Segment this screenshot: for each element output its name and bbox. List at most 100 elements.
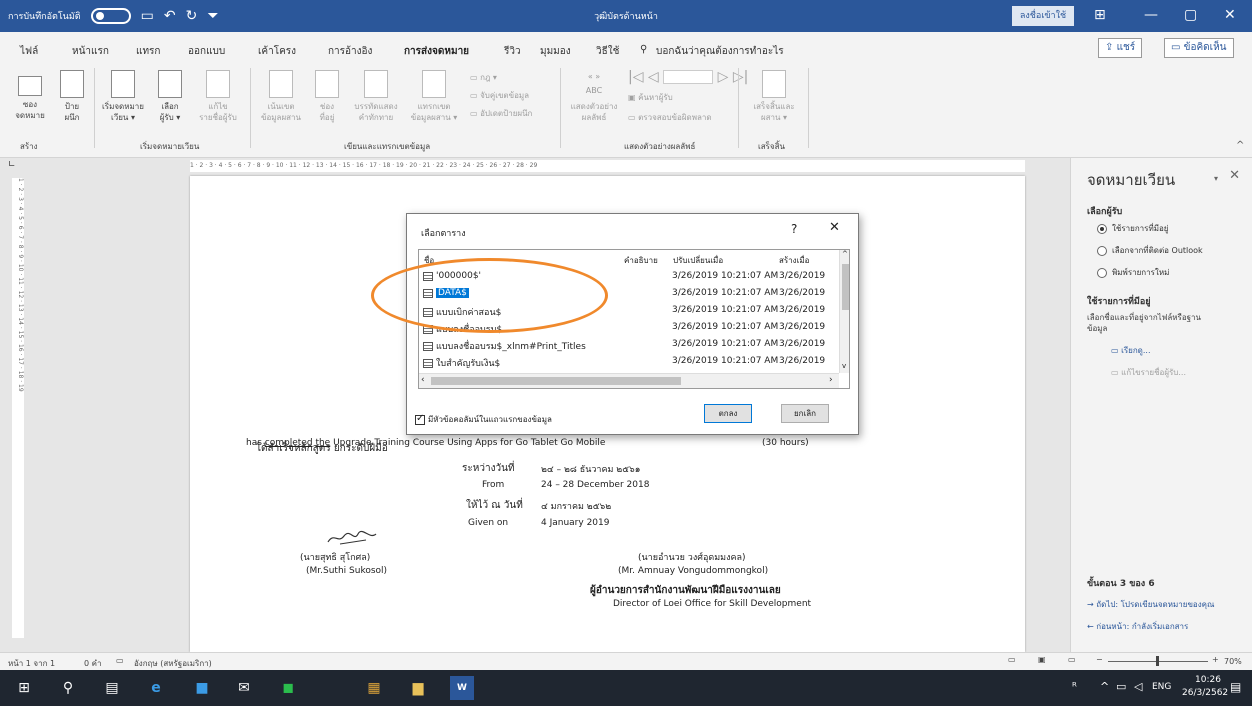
save-icon[interactable]: ▭: [141, 9, 154, 23]
envelopes-button[interactable]: ซอง จดหมาย: [12, 70, 48, 121]
tab-mailings[interactable]: การส่งจดหมาย: [404, 44, 470, 64]
next-step-link[interactable]: → ถัดไป: โปรดเขียนจดหมายของคุณ: [1087, 598, 1214, 611]
scroll-right-icon[interactable]: ›: [829, 375, 833, 385]
colorful-app-icon[interactable]: ▦: [362, 676, 386, 700]
ribbon-display-icon[interactable]: ⊞: [1094, 6, 1106, 24]
column-header-description[interactable]: คำอธิบาย: [624, 254, 658, 267]
tab-selector-icon[interactable]: ∟: [8, 160, 16, 170]
vertical-scrollbar[interactable]: ^ v: [839, 250, 849, 373]
clock-time[interactable]: 10:26: [1190, 675, 1226, 685]
comments-button[interactable]: ▭ ข้อคิดเห็น: [1164, 38, 1234, 58]
horizontal-ruler[interactable]: 1 · 2 · 3 · 4 · 5 · 6 · 7 · 8 · 9 · 10 ·…: [190, 160, 1025, 172]
store-icon[interactable]: ■: [190, 676, 214, 700]
tray-chevron-icon[interactable]: ^: [1100, 680, 1109, 693]
edit-recipients-button[interactable]: แก้ไข รายชื่อผู้รับ: [192, 70, 244, 123]
windows-start-icon[interactable]: ⊞: [12, 676, 36, 700]
edit-recipient-list-link[interactable]: ▭ แก้ไขรายชื่อผู้รับ...: [1111, 366, 1186, 379]
maximize-icon[interactable]: ▢: [1184, 6, 1197, 24]
volume-icon[interactable]: ◁: [1134, 680, 1142, 693]
pane-close-icon[interactable]: ✕: [1229, 168, 1240, 183]
finish-merge-button[interactable]: เสร็จสิ้นและ ผสาน ▾: [746, 70, 802, 123]
table-row[interactable]: ใบสำคัญรับเงิน$ 3/26/2019 10:21:07 AM 3/26…: [419, 355, 839, 369]
task-view-icon[interactable]: ▤: [100, 676, 124, 700]
close-icon[interactable]: ✕: [1224, 6, 1236, 24]
zoom-level[interactable]: 70%: [1224, 657, 1242, 666]
tell-me-input[interactable]: บอกฉันว่าคุณต้องการทำอะไร: [656, 44, 784, 59]
file-explorer-icon[interactable]: ▆: [406, 676, 430, 700]
help-icon[interactable]: ?: [791, 222, 797, 236]
update-labels-button[interactable]: ▭ อัปเดตป้ายผนึก: [470, 108, 532, 119]
network-icon[interactable]: ▭: [1116, 680, 1126, 693]
first-row-headers-checkbox[interactable]: มีหัวข้อคอลัมน์ในแถวแรกของข้อมูล: [415, 413, 552, 426]
check-errors-button[interactable]: ▭ ตรวจสอบข้อผิดพลาด: [628, 112, 712, 123]
web-layout-icon[interactable]: ▭: [1068, 655, 1076, 664]
clock-date[interactable]: 26/3/2562: [1182, 688, 1228, 698]
scroll-thumb[interactable]: [842, 264, 849, 310]
redo-icon[interactable]: ↻: [186, 9, 198, 23]
dialog-close-icon[interactable]: ✕: [829, 220, 840, 235]
column-header-created[interactable]: สร้างเมื่อ: [779, 254, 809, 267]
autosave-toggle[interactable]: [90, 8, 131, 24]
tab-design[interactable]: ออกแบบ: [188, 44, 225, 59]
ok-button[interactable]: ตกลง: [704, 404, 752, 423]
radio-existing-list[interactable]: ใช้รายการที่มีอยู่: [1097, 222, 1168, 235]
mail-icon[interactable]: ✉: [232, 676, 256, 700]
language-indicator[interactable]: อังกฤษ (สหรัฐอเมริกา): [134, 657, 212, 670]
highlight-fields-button[interactable]: เน้นเขต ข้อมูลผสาน: [256, 70, 306, 123]
scroll-down-icon[interactable]: v: [842, 362, 846, 370]
word-app-icon[interactable]: W: [450, 676, 474, 700]
search-icon[interactable]: ⚲: [640, 44, 647, 55]
start-mail-merge-button[interactable]: เริ่มจดหมาย เวียน ▾: [98, 70, 148, 123]
tab-home[interactable]: หน้าแรก: [72, 44, 109, 59]
notification-icon[interactable]: ▤: [1230, 680, 1241, 694]
column-header-modified[interactable]: ปรับเปลี่ยนเมื่อ: [673, 254, 723, 267]
radio-new-list[interactable]: พิมพ์รายการใหม่: [1097, 266, 1169, 279]
horizontal-scrollbar[interactable]: ‹ ›: [419, 373, 839, 388]
input-language[interactable]: ENG: [1152, 682, 1171, 692]
sign-in-button[interactable]: ลงชื่อเข้าใช้: [1012, 6, 1074, 26]
radio-outlook-contacts[interactable]: เลือกจากที่ติดต่อ Outlook: [1097, 244, 1203, 257]
tab-review[interactable]: รีวิว: [504, 44, 521, 59]
print-layout-icon[interactable]: ▣: [1038, 655, 1046, 664]
match-fields-button[interactable]: ▭ จับคู่เขตข้อมูล: [470, 90, 529, 101]
tab-view[interactable]: มุมมอง: [540, 44, 571, 59]
people-icon[interactable]: ᴿ: [1072, 680, 1077, 693]
tab-file[interactable]: ไฟล์: [20, 44, 38, 59]
cancel-button[interactable]: ยกเลิก: [781, 404, 829, 423]
select-recipients-button[interactable]: เลือก ผู้รับ ▾: [152, 70, 188, 123]
greeting-line-button[interactable]: บรรทัดแสดง คำทักทาย: [348, 70, 404, 123]
insert-merge-field-button[interactable]: แทรกเขต ข้อมูลผสาน ▾: [406, 70, 462, 123]
zoom-out-icon[interactable]: −: [1096, 655, 1103, 664]
table-row[interactable]: แบบลงชื่ออบรม$_xlnm#Print_Titles 3/26/201…: [419, 338, 839, 352]
find-recipient-button[interactable]: ▣ ค้นหาผู้รับ: [628, 92, 673, 103]
scroll-up-icon[interactable]: ^: [842, 250, 848, 258]
tab-layout[interactable]: เค้าโครง: [258, 44, 296, 59]
proofing-icon[interactable]: ▭: [116, 656, 124, 665]
tab-references[interactable]: การอ้างอิง: [328, 44, 372, 59]
undo-icon[interactable]: ↶: [164, 9, 176, 23]
pane-options-chevron-icon[interactable]: ▾: [1214, 174, 1218, 183]
zoom-slider-thumb[interactable]: [1156, 656, 1159, 666]
line-app-icon[interactable]: ◼: [276, 676, 300, 700]
labels-button[interactable]: ป้าย ผนึก: [54, 70, 90, 123]
hscroll-thumb[interactable]: [431, 377, 681, 385]
minimize-icon[interactable]: —: [1144, 6, 1158, 24]
share-button[interactable]: ⇪ แชร์: [1098, 38, 1143, 58]
browse-link[interactable]: ▭ เรียกดู...: [1111, 344, 1151, 357]
page-count[interactable]: หน้า 1 จาก 1: [8, 657, 55, 670]
vertical-ruler[interactable]: 1 · 2 · 3 · 4 · 5 · 6 · 7 · 8 · 9 · 10 ·…: [12, 178, 24, 638]
tab-insert[interactable]: แทรก: [136, 44, 160, 59]
customize-chevron-icon[interactable]: ⏷: [207, 9, 218, 23]
zoom-in-icon[interactable]: +: [1212, 655, 1219, 664]
rules-button[interactable]: ▭ กฎ ▾: [470, 72, 497, 83]
address-block-button[interactable]: ช่อง ที่อยู่: [310, 70, 344, 123]
record-navigation[interactable]: |◁ ◁ ▷ ▷|: [628, 70, 748, 84]
collapse-ribbon-icon[interactable]: ^: [1236, 140, 1244, 151]
read-mode-icon[interactable]: ▭: [1008, 655, 1016, 664]
search-icon[interactable]: ⚲: [56, 676, 80, 700]
preview-results-button[interactable]: « » ABC แสดงตัวอย่าง ผลลัพธ์: [566, 70, 622, 123]
scroll-left-icon[interactable]: ‹: [421, 375, 425, 385]
previous-step-link[interactable]: ← ก่อนหน้า: กำลังเริ่มเอกสาร: [1087, 620, 1188, 633]
edge-browser-icon[interactable]: e: [144, 676, 168, 700]
tab-help[interactable]: วิธีใช้: [596, 44, 619, 59]
